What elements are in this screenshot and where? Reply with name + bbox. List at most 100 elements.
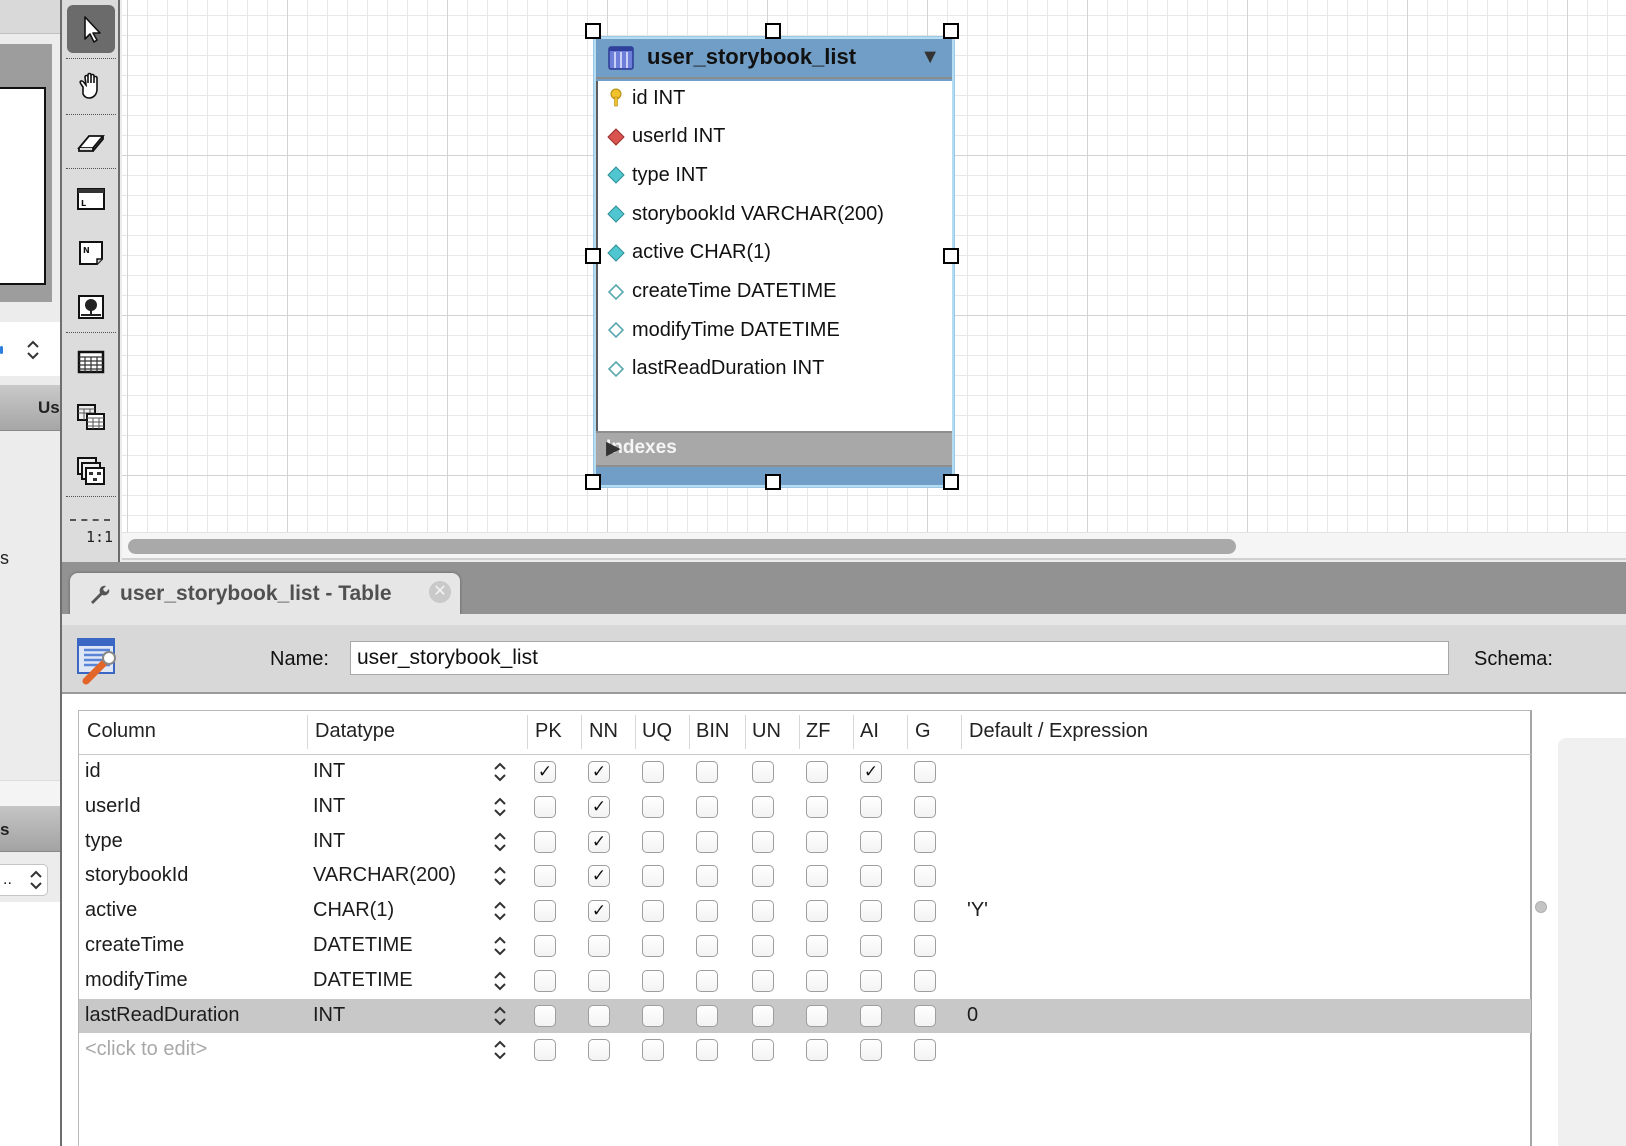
column-header-zf[interactable]: ZF [806, 720, 830, 743]
ai-checkbox[interactable] [860, 1039, 882, 1062]
nn-checkbox[interactable] [588, 1039, 610, 1062]
column-header-pk[interactable]: PK [535, 720, 562, 743]
expand-indexes-icon[interactable]: ▶ [606, 437, 938, 460]
ai-checkbox[interactable] [860, 969, 882, 992]
erd-column-item[interactable]: type INT [606, 162, 708, 188]
datatype-cell[interactable]: INT [313, 760, 345, 783]
un-checkbox[interactable] [752, 1039, 774, 1062]
column-header-column[interactable]: Column [87, 720, 156, 743]
new-table-tool[interactable] [67, 338, 115, 386]
zf-checkbox[interactable] [806, 830, 828, 853]
zf-checkbox[interactable] [806, 900, 828, 923]
table-row[interactable]: userId INT ✓ [79, 790, 1531, 825]
model-navigator-preview[interactable] [0, 44, 52, 302]
header-divider[interactable] [745, 715, 746, 749]
datatype-cell[interactable]: VARCHAR(200) [313, 864, 456, 887]
datatype-cell[interactable]: INT [313, 795, 345, 818]
erd-table-header[interactable]: user_storybook_list ▼ [596, 39, 952, 79]
datatype-stepper-icon[interactable] [493, 899, 507, 929]
g-checkbox[interactable] [914, 1004, 936, 1027]
uq-checkbox[interactable] [642, 865, 664, 888]
navigator-viewport-box[interactable] [0, 87, 46, 285]
column-name-cell[interactable]: modifyTime [85, 969, 188, 992]
table-row[interactable]: id INT ✓ ✓ ✓ [79, 755, 1531, 790]
column-header-uq[interactable]: UQ [642, 720, 672, 743]
column-header-default-expression[interactable]: Default / Expression [969, 720, 1148, 743]
tab-table-editor[interactable]: user_storybook_list - Table ✕ [70, 573, 460, 617]
table-name-input[interactable] [350, 641, 1449, 675]
zf-checkbox[interactable] [806, 969, 828, 992]
collapse-caret-icon[interactable]: ▼ [920, 46, 940, 69]
eraser-tool[interactable] [67, 118, 115, 166]
bin-checkbox[interactable] [696, 795, 718, 818]
erd-column-item[interactable]: id INT [606, 85, 685, 111]
sidebar-section-header-2[interactable]: s [0, 806, 60, 852]
column-name-cell[interactable]: userId [85, 795, 141, 818]
ai-checkbox[interactable]: ✓ [860, 761, 882, 783]
ai-checkbox[interactable] [860, 830, 882, 853]
erd-column-item[interactable]: active CHAR(1) [606, 240, 771, 266]
column-header-ai[interactable]: AI [860, 720, 879, 743]
g-checkbox[interactable] [914, 795, 936, 818]
column-header-un[interactable]: UN [752, 720, 781, 743]
datatype-cell[interactable]: CHAR(1) [313, 899, 394, 922]
column-name-cell[interactable]: createTime [85, 934, 184, 957]
table-row[interactable]: createTime DATETIME [79, 929, 1531, 964]
uq-checkbox[interactable] [642, 969, 664, 992]
column-name-cell[interactable]: <click to edit> [85, 1038, 207, 1061]
default-expression-cell[interactable]: 0 [967, 1004, 978, 1027]
sidebar-section-header[interactable]: Us [0, 385, 60, 431]
table-row-new[interactable]: <click to edit> [79, 1033, 1531, 1068]
header-divider[interactable] [307, 715, 308, 749]
uq-checkbox[interactable] [642, 761, 664, 783]
ai-checkbox[interactable] [860, 795, 882, 818]
ai-checkbox[interactable] [860, 1004, 882, 1027]
zf-checkbox[interactable] [806, 1039, 828, 1062]
header-divider[interactable] [635, 715, 636, 749]
pk-checkbox[interactable] [534, 795, 556, 818]
column-header-g[interactable]: G [915, 720, 931, 743]
default-expression-cell[interactable]: 'Y' [967, 899, 988, 922]
pk-checkbox[interactable] [534, 1039, 556, 1062]
table-row[interactable]: type INT ✓ [79, 825, 1531, 860]
bin-checkbox[interactable] [696, 830, 718, 853]
table-row[interactable]: modifyTime DATETIME [79, 964, 1531, 999]
uq-checkbox[interactable] [642, 830, 664, 853]
zf-checkbox[interactable] [806, 1004, 828, 1027]
column-name-cell[interactable]: storybookId [85, 864, 188, 887]
datatype-stepper-icon[interactable] [493, 1004, 507, 1034]
layer-tool[interactable]: L [67, 175, 115, 223]
uq-checkbox[interactable] [642, 935, 664, 957]
datatype-cell[interactable]: INT [313, 830, 345, 853]
ai-checkbox[interactable] [860, 935, 882, 957]
un-checkbox[interactable] [752, 865, 774, 888]
resize-handle-nw[interactable] [585, 23, 601, 39]
zf-checkbox[interactable] [806, 935, 828, 957]
header-divider[interactable] [799, 715, 800, 749]
uq-checkbox[interactable] [642, 900, 664, 923]
header-divider[interactable] [527, 715, 528, 749]
pk-checkbox[interactable] [534, 969, 556, 992]
datatype-stepper-icon[interactable] [493, 760, 507, 790]
column-header-nn[interactable]: NN [589, 720, 618, 743]
column-header-datatype[interactable]: Datatype [315, 720, 395, 743]
resize-handle-ne[interactable] [943, 23, 959, 39]
erd-column-item[interactable]: userId INT [606, 124, 725, 150]
zoom-level-label[interactable]: 1:1 [86, 528, 113, 546]
un-checkbox[interactable] [752, 795, 774, 818]
erd-indexes-section[interactable]: Indexes ▶ [596, 431, 952, 467]
column-header-bin[interactable]: BIN [696, 720, 729, 743]
erd-column-item[interactable]: createTime DATETIME [606, 279, 836, 305]
datatype-stepper-icon[interactable] [493, 934, 507, 964]
g-checkbox[interactable] [914, 1039, 936, 1062]
header-divider[interactable] [907, 715, 908, 749]
datatype-stepper-icon[interactable] [493, 864, 507, 894]
uq-checkbox[interactable] [642, 1039, 664, 1062]
uq-checkbox[interactable] [642, 1004, 664, 1027]
pk-checkbox[interactable] [534, 935, 556, 957]
diagram-canvas[interactable]: user_storybook_list ▼ id INT userId INT ty… [122, 0, 1626, 532]
bin-checkbox[interactable] [696, 935, 718, 957]
erd-column-item[interactable]: storybookId VARCHAR(200) [606, 201, 884, 227]
ai-checkbox[interactable] [860, 900, 882, 923]
datatype-stepper-icon[interactable] [493, 969, 507, 999]
